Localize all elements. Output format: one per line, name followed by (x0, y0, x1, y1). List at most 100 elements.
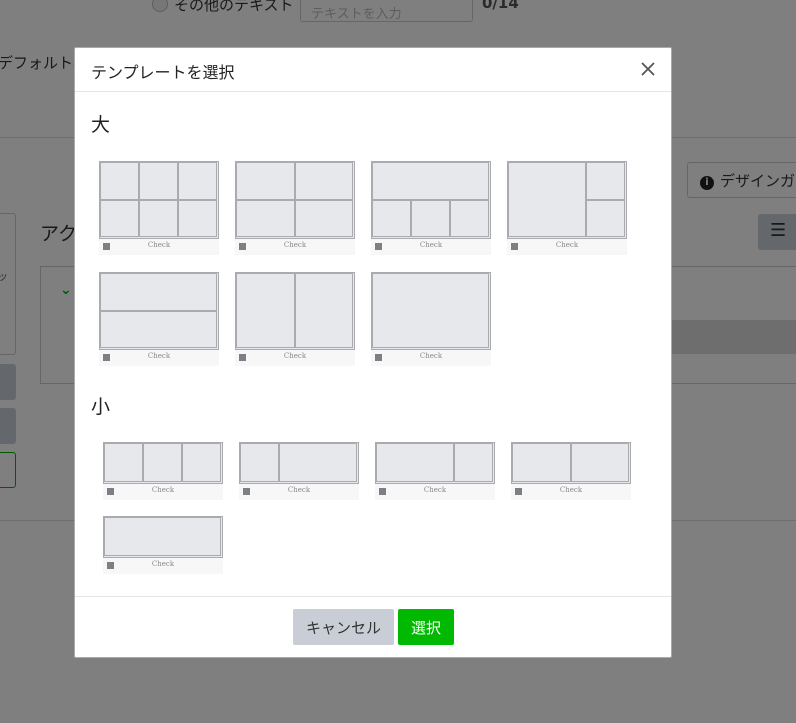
checkbox-icon (511, 243, 518, 250)
template-area (104, 443, 143, 482)
template-area (178, 199, 217, 237)
template-preview (375, 442, 495, 484)
template-area (100, 273, 217, 311)
template-preview (99, 161, 219, 239)
large-template-single[interactable]: Check (371, 272, 491, 368)
template-area (139, 162, 178, 200)
small-section-label: 小 (91, 396, 111, 418)
checkbox-icon (103, 243, 110, 250)
checkbox-icon (243, 488, 250, 495)
template-preview (103, 442, 223, 484)
template-area (139, 199, 178, 237)
template-preview (235, 272, 355, 350)
template-area (182, 443, 221, 482)
template-area (294, 162, 353, 200)
template-check-bar: Check (511, 484, 631, 500)
template-check-bar: Check (99, 239, 219, 255)
template-check-bar: Check (371, 239, 491, 255)
template-check-bar: Check (507, 239, 627, 255)
template-area (372, 199, 411, 237)
template-check-bar: Check (103, 558, 223, 574)
template-area (586, 199, 625, 237)
template-preview (371, 272, 491, 350)
checkbox-icon (515, 488, 522, 495)
template-preview (103, 516, 223, 558)
select-button[interactable]: 選択 (398, 609, 454, 645)
template-check-bar: Check (371, 350, 491, 366)
template-check-bar: Check (235, 239, 355, 255)
template-check-bar: Check (99, 350, 219, 366)
template-preview (99, 272, 219, 350)
check-label: Check (151, 560, 175, 568)
template-preview (239, 442, 359, 484)
template-check-bar: Check (375, 484, 495, 500)
dialog-footer: キャンセル 選択 (75, 596, 671, 657)
check-label: Check (147, 241, 171, 249)
check-label: Check (147, 352, 171, 360)
check-label: Check (419, 352, 443, 360)
template-area (508, 162, 586, 237)
template-preview (371, 161, 491, 239)
large-template-1-top-3-bottom[interactable]: Check (371, 161, 491, 257)
checkbox-icon (103, 354, 110, 361)
template-area (240, 443, 279, 482)
template-check-bar: Check (235, 350, 355, 366)
large-section-label: 大 (91, 114, 111, 136)
check-label: Check (419, 241, 443, 249)
checkbox-icon (379, 488, 386, 495)
checkbox-icon (375, 354, 382, 361)
small-template-1-narrow-2-wide[interactable]: Check (239, 442, 359, 502)
small-template-3-columns[interactable]: Check (103, 442, 223, 502)
large-template-2x2-grid[interactable]: Check (235, 161, 355, 257)
checkbox-icon (239, 243, 246, 250)
large-template-2x3-grid[interactable]: Check (99, 161, 219, 257)
template-area (100, 199, 139, 237)
large-template-2-columns[interactable]: Check (235, 272, 355, 368)
large-template-2-rows[interactable]: Check (99, 272, 219, 368)
template-area (570, 443, 629, 482)
dialog-title: テンプレートを選択 (91, 63, 235, 82)
template-preview (507, 161, 627, 239)
close-icon[interactable] (639, 60, 657, 78)
check-label: Check (283, 352, 307, 360)
template-area (236, 273, 295, 348)
template-area (372, 273, 489, 348)
dialog-header: テンプレートを選択 (75, 48, 671, 92)
template-area (411, 199, 450, 237)
template-area (376, 443, 454, 482)
check-label: Check (287, 486, 311, 494)
template-area (372, 162, 489, 200)
template-area (100, 310, 217, 348)
check-label: Check (151, 486, 175, 494)
template-area (178, 162, 217, 200)
check-label: Check (555, 241, 579, 249)
template-area (450, 199, 489, 237)
cancel-button[interactable]: キャンセル (293, 609, 394, 645)
check-label: Check (423, 486, 447, 494)
checkbox-icon (107, 562, 114, 569)
template-area (454, 443, 493, 482)
template-area (236, 199, 295, 237)
template-select-dialog: テンプレートを選択 大 小 キャンセル 選択 Check Check Check Ch… (74, 47, 672, 658)
large-template-1-left-2-right[interactable]: Check (507, 161, 627, 257)
checkbox-icon (239, 354, 246, 361)
template-area (236, 162, 295, 200)
small-template-2-columns[interactable]: Check (511, 442, 631, 502)
check-label: Check (559, 486, 583, 494)
template-preview (511, 442, 631, 484)
template-area (512, 443, 571, 482)
template-area (586, 162, 625, 200)
template-area (143, 443, 182, 482)
template-area (279, 443, 357, 482)
template-area (100, 162, 139, 200)
small-template-single[interactable]: Check (103, 516, 223, 576)
template-check-bar: Check (103, 484, 223, 500)
template-check-bar: Check (239, 484, 359, 500)
small-template-1-wide-1-narrow[interactable]: Check (375, 442, 495, 502)
template-area (294, 273, 353, 348)
check-label: Check (283, 241, 307, 249)
checkbox-icon (107, 488, 114, 495)
checkbox-icon (375, 243, 382, 250)
template-area (104, 517, 221, 556)
template-preview (235, 161, 355, 239)
